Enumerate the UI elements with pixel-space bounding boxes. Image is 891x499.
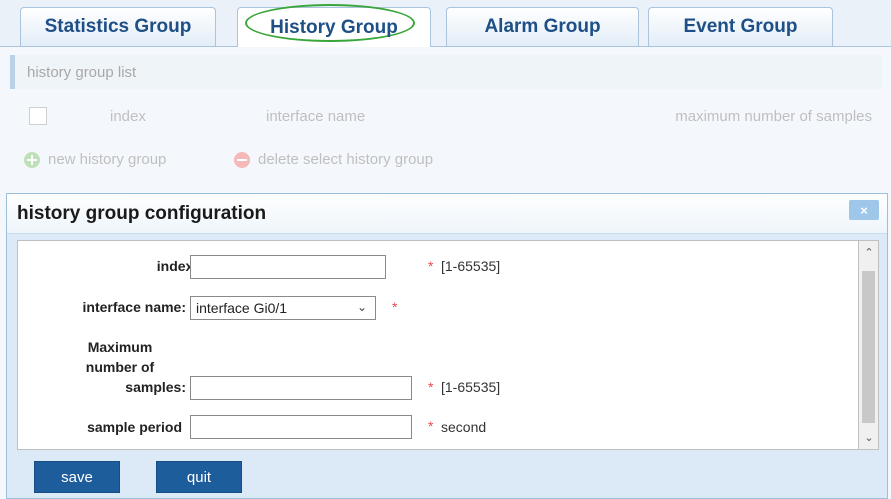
- tab-statistics-group[interactable]: Statistics Group: [20, 7, 216, 46]
- tab-history-group[interactable]: History Group: [237, 4, 431, 47]
- tab-label: Event Group: [683, 16, 798, 37]
- tab-bar: Statistics Group History Group Alarm Gro…: [0, 0, 891, 47]
- max-samples-label-line2: number of: [85, 359, 155, 375]
- tab-label: Statistics Group: [44, 16, 192, 37]
- scrollbar-thumb[interactable]: [862, 271, 875, 423]
- max-samples-label-line3: samples:: [125, 379, 186, 395]
- max-samples-input[interactable]: [190, 376, 412, 400]
- remove-icon: [234, 151, 250, 168]
- chevron-down-icon: ⌄: [356, 300, 367, 314]
- quit-button[interactable]: quit: [156, 461, 242, 493]
- add-icon: [24, 151, 40, 168]
- new-history-group-label: new history group: [48, 151, 167, 168]
- dialog-title-bar: history group configuration ×: [7, 194, 887, 234]
- list-title: history group list: [10, 55, 882, 89]
- form-scrollbar[interactable]: ⌃ ⌄: [859, 240, 879, 450]
- required-mark: *: [392, 299, 398, 315]
- column-max-samples: maximum number of samples: [675, 108, 872, 125]
- interface-name-label: interface name:: [82, 299, 186, 315]
- new-history-group-button[interactable]: new history group: [24, 151, 166, 168]
- max-samples-range-hint: [1-65535]: [441, 379, 501, 395]
- list-actions: new history group delete select history …: [0, 151, 891, 173]
- delete-history-group-button[interactable]: delete select history group: [234, 151, 433, 168]
- dialog-title: history group configuration: [17, 202, 267, 224]
- column-interface-name: interface name: [266, 108, 366, 125]
- scroll-up-icon[interactable]: ⌃: [862, 246, 876, 260]
- required-mark: *: [428, 258, 434, 274]
- list-column-headers: index interface name maximum number of s…: [0, 105, 891, 129]
- tab-label: History Group: [270, 16, 398, 38]
- index-input[interactable]: [190, 255, 386, 279]
- tab-label: Alarm Group: [484, 16, 601, 37]
- sample-period-label: sample period: [87, 419, 182, 435]
- sample-period-unit: second: [441, 419, 487, 435]
- index-range-hint: [1-65535]: [441, 258, 501, 274]
- tab-alarm-group[interactable]: Alarm Group: [446, 7, 639, 46]
- history-group-list: history group list index interface name …: [0, 47, 891, 187]
- delete-history-group-label: delete select history group: [258, 151, 434, 168]
- save-button[interactable]: save: [34, 461, 120, 493]
- interface-name-value: interface Gi0/1: [196, 300, 288, 316]
- sample-period-input[interactable]: [190, 415, 412, 439]
- history-group-config-dialog: history group configuration × index: * […: [6, 193, 888, 499]
- required-mark: *: [428, 418, 434, 434]
- close-icon[interactable]: ×: [849, 200, 879, 220]
- select-all-checkbox[interactable]: [29, 107, 47, 125]
- max-samples-label-line1: Maximum: [87, 339, 153, 355]
- scroll-down-icon[interactable]: ⌄: [862, 431, 876, 445]
- column-index: index: [110, 108, 146, 125]
- index-label: index:: [156, 258, 198, 274]
- config-form: index: * [1-65535] interface name: inter…: [17, 240, 859, 450]
- interface-name-select[interactable]: interface Gi0/1 ⌄: [190, 296, 376, 320]
- required-mark: *: [428, 379, 434, 395]
- tab-event-group[interactable]: Event Group: [648, 7, 833, 46]
